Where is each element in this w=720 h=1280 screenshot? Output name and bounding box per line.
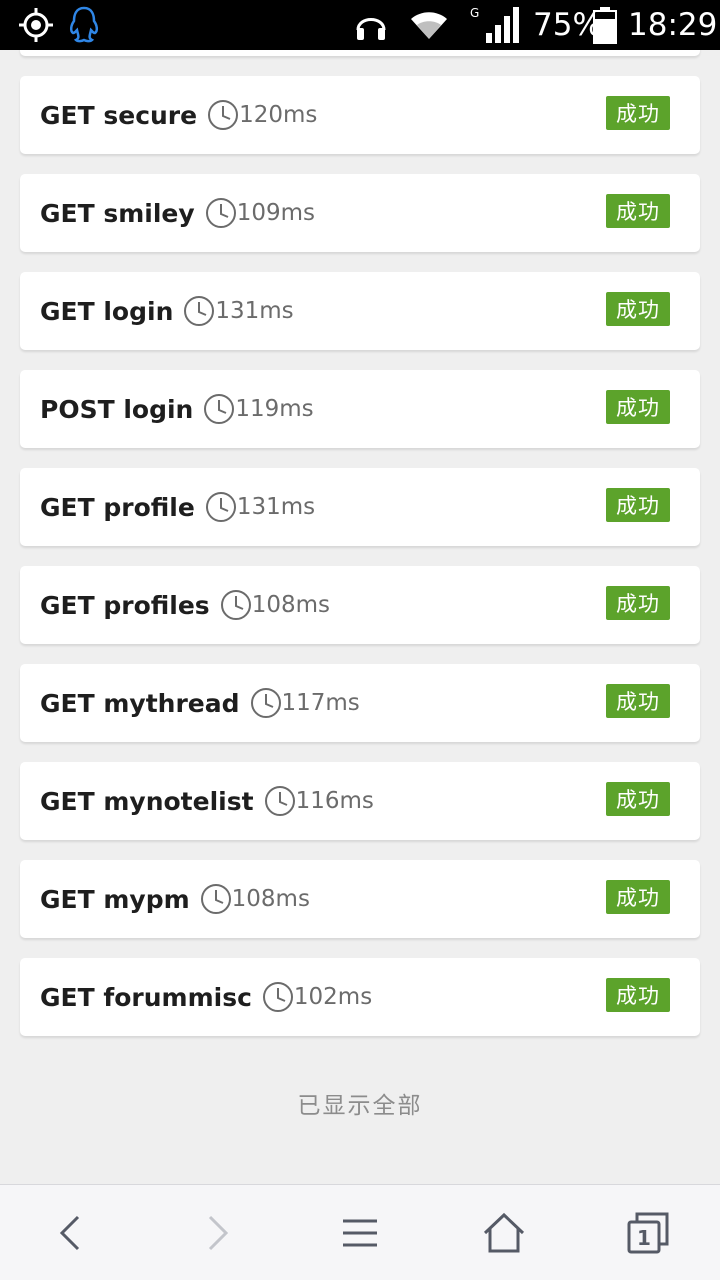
status-badge: 成功	[606, 782, 670, 816]
request-item[interactable]: POST sendreply123ms成功	[20, 50, 700, 56]
back-button[interactable]	[24, 1185, 120, 1280]
clock-icon	[262, 981, 294, 1013]
clock-icon	[203, 393, 235, 425]
request-item[interactable]: GET profiles 108ms 成功	[20, 566, 700, 644]
response-time: 116ms	[295, 788, 374, 814]
clock-icon	[207, 99, 239, 131]
request-name: GET mythread	[40, 688, 240, 718]
request-name: GET profile	[40, 492, 195, 522]
forward-button[interactable]	[168, 1185, 264, 1280]
status-badge: 成功	[606, 978, 670, 1012]
request-name: POST login	[40, 394, 194, 424]
request-item[interactable]: GET login 131ms 成功	[20, 272, 700, 350]
status-badge: 成功	[606, 194, 670, 228]
request-item[interactable]: GET mypm 108ms 成功	[20, 860, 700, 938]
gps-icon	[18, 0, 54, 50]
response-time: 117ms	[281, 690, 360, 716]
request-list-viewport[interactable]: POST sendreply123ms成功GET secure120ms成功GE…	[0, 50, 720, 1184]
browser-toolbar: 1	[0, 1184, 720, 1280]
menu-button[interactable]	[312, 1185, 408, 1280]
request-name: GET mynotelist	[40, 786, 254, 816]
signal-icon: G	[470, 0, 520, 50]
home-icon	[483, 1212, 525, 1253]
response-time: 131ms	[215, 298, 294, 324]
menu-icon	[343, 1219, 377, 1247]
request-name: GET profiles	[40, 590, 210, 620]
request-item[interactable]: GET mythread 117ms 成功	[20, 664, 700, 742]
status-bar: G 75% 18:29	[0, 0, 720, 50]
response-time: 108ms	[231, 886, 310, 912]
clock-icon	[220, 589, 252, 621]
clock-icon	[264, 785, 296, 817]
request-name: GET login	[40, 296, 174, 326]
response-time: 120ms	[239, 102, 318, 128]
clock-icon	[205, 197, 237, 229]
request-item[interactable]: GET secure 120ms 成功	[20, 76, 700, 154]
qq-icon	[66, 0, 102, 50]
back-icon	[59, 1215, 80, 1251]
wifi-icon	[408, 0, 450, 50]
request-item[interactable]: GET mynotelist 116ms 成功	[20, 762, 700, 840]
request-item[interactable]: GET forummisc 102ms 成功	[20, 958, 700, 1036]
status-badge: 成功	[606, 390, 670, 424]
clock-icon	[205, 491, 237, 523]
clock-icon	[200, 883, 232, 915]
response-time: 102ms	[293, 984, 373, 1010]
request-name: GET mypm	[40, 884, 190, 914]
clock-icon	[183, 295, 215, 327]
request-item[interactable]: POST login 119ms 成功	[20, 370, 700, 448]
status-badge: 成功	[606, 96, 670, 130]
request-list: POST sendreply123ms成功GET secure120ms成功GE…	[20, 50, 700, 1119]
list-end-note: 已显示全部	[297, 1093, 423, 1119]
response-time: 119ms	[235, 396, 314, 422]
tabs-icon: 1	[627, 1212, 669, 1254]
status-badge: 成功	[606, 880, 670, 914]
clock-icon	[250, 687, 282, 719]
response-time: 131ms	[236, 494, 316, 520]
clock-time: 18:29	[628, 7, 718, 43]
tabs-button[interactable]: 1	[600, 1185, 696, 1280]
status-badge: 成功	[606, 684, 670, 718]
home-button[interactable]	[456, 1185, 552, 1280]
headphones-icon	[354, 0, 388, 50]
request-name: GET smiley	[40, 198, 195, 228]
tab-count: 1	[637, 1226, 651, 1250]
request-name: GET forummisc	[40, 982, 252, 1012]
response-time: 109ms	[236, 200, 315, 226]
request-item[interactable]: GET smiley 109ms 成功	[20, 174, 700, 252]
status-badge: 成功	[606, 292, 670, 326]
status-badge: 成功	[606, 488, 670, 522]
response-time: 108ms	[251, 592, 330, 618]
request-name: GET secure	[40, 100, 198, 130]
forward-icon	[208, 1215, 229, 1251]
status-badge: 成功	[606, 586, 670, 620]
battery-icon	[592, 0, 618, 50]
request-item[interactable]: GET profile 131ms 成功	[20, 468, 700, 546]
network-type-label: G	[470, 6, 479, 20]
